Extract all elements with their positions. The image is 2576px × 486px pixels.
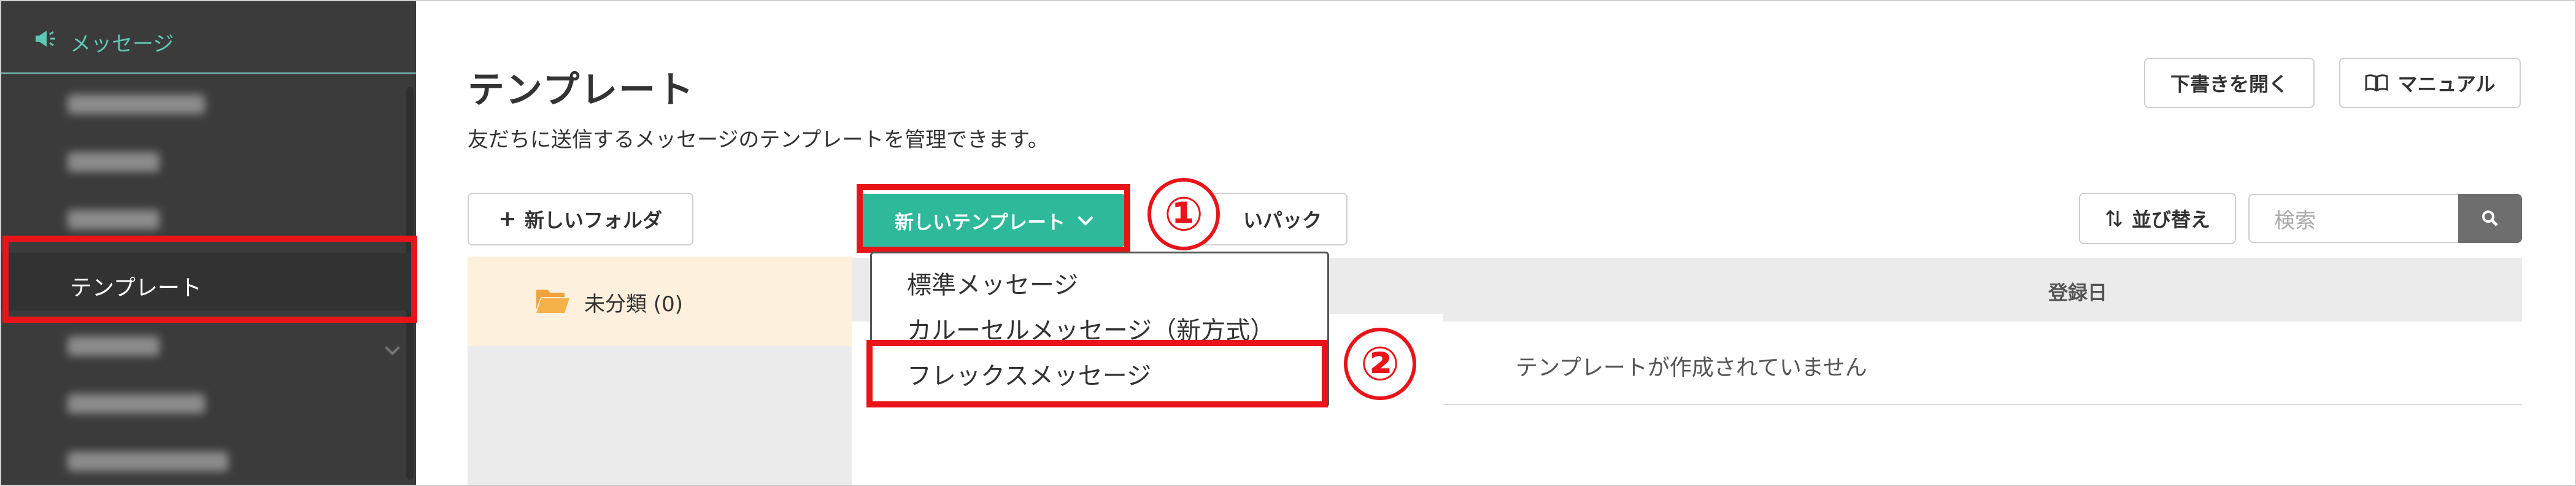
blurred-label [67,210,160,230]
blurred-label [67,452,228,471]
step-1-callout: ① [1147,178,1220,250]
search-input[interactable]: 検索 [2248,194,2458,243]
plus-icon [499,210,516,228]
blurred-label [67,94,205,114]
dropdown-item-standard[interactable]: 標準メッセージ [907,265,1078,301]
sidebar-item-blurred-4[interactable] [1,318,416,376]
book-icon [2364,74,2389,92]
chevron-down-icon [385,340,400,355]
folder-panel: 未分類 (0) [468,256,852,485]
megaphone-icon [36,31,55,47]
search-icon [2482,210,2498,226]
sidebar-divider [1,72,416,74]
folder-item-uncategorized[interactable]: 未分類 (0) [468,256,852,346]
blurred-label [67,394,205,414]
highlight-box-templates [2,236,417,323]
blurred-label [67,152,160,172]
folder-label: 未分類 (0) [584,292,683,317]
manual-label: マニュアル [2397,72,2496,96]
sidebar-item-blurred-6[interactable] [1,433,416,485]
search-button[interactable] [2458,194,2522,243]
search-placeholder: 検索 [2274,208,2316,233]
table-row-divider [1442,404,2522,405]
column-header-date[interactable]: 登録日 [2048,277,2107,306]
highlight-box-new-template [857,184,1130,253]
folder-open-icon [536,290,569,313]
sidebar-item-blurred-5[interactable] [1,376,416,433]
manual-button[interactable]: マニュアル [2339,58,2521,108]
sidebar-section-label: メッセージ [70,32,174,56]
new-folder-button[interactable]: 新しいフォルダ [468,193,693,245]
sort-button[interactable]: 並び替え [2079,193,2236,244]
empty-state-message: テンプレートが作成されていません [1516,355,1867,380]
page-subtitle: 友だちに送信するメッセージのテンプレートを管理できます。 [468,128,1049,152]
new-folder-label: 新しいフォルダ [524,209,662,232]
open-drafts-label: 下書きを開く [2170,72,2288,96]
page-title: テンプレート [468,69,695,112]
sort-arrows-icon [2105,209,2123,228]
sort-label: 並び替え [2131,208,2210,231]
blurred-label [67,336,160,356]
sidebar-section-message[interactable]: メッセージ [1,1,416,74]
highlight-box-flex-message [866,340,1328,407]
open-drafts-button[interactable]: 下書きを開く [2144,58,2315,108]
sidebar-item-blurred-2[interactable] [1,134,416,191]
step-2-callout: ② [1344,328,1416,400]
pack-button[interactable]: いパック [1203,193,1348,245]
pack-button-label: いパック [1243,209,1322,232]
sidebar-item-blurred-1[interactable] [1,76,416,134]
